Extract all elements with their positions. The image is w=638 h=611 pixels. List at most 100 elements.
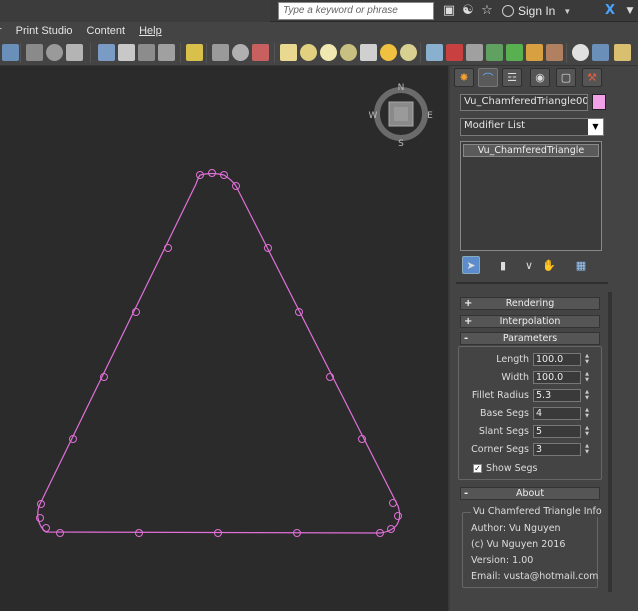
- sun-icon[interactable]: [380, 44, 397, 61]
- crowd-icon[interactable]: [526, 44, 543, 61]
- spline-vertex[interactable]: [135, 529, 143, 537]
- particles-icon[interactable]: [426, 44, 443, 61]
- spinner-icon[interactable]: ▲ ▼: [583, 425, 591, 438]
- favorites-star-icon[interactable]: ☆: [479, 3, 495, 19]
- spinner-icon[interactable]: ▲ ▼: [583, 407, 591, 420]
- motion-tab-icon[interactable]: ◉: [530, 68, 550, 87]
- param-width: Width 100.0 ▲ ▼: [459, 371, 603, 385]
- menu-item-print-studio[interactable]: Print Studio: [16, 25, 73, 37]
- configure-sets-icon[interactable]: ▦: [572, 256, 590, 274]
- schematic-icon[interactable]: [158, 44, 175, 61]
- search-input[interactable]: Type a keyword or phrase: [278, 2, 434, 20]
- brush-icon[interactable]: [546, 44, 563, 61]
- menu-item-render[interactable]: r: [0, 25, 2, 37]
- camera-icon[interactable]: [212, 44, 229, 61]
- helper-icon[interactable]: [252, 44, 269, 61]
- light-icon[interactable]: [186, 44, 203, 61]
- info-version: Version: 1.00: [471, 555, 534, 566]
- viewport-perspective[interactable]: N S E W: [0, 66, 450, 611]
- geosphere-icon[interactable]: [400, 44, 417, 61]
- spline-vertex[interactable]: [387, 525, 395, 533]
- cloth-icon[interactable]: [466, 44, 483, 61]
- checkmark-icon[interactable]: ✓: [473, 464, 482, 473]
- app-window: Type a keyword or phrase ▣ ☯ ☆ Sign In ▼…: [0, 0, 638, 611]
- expand-icon: +: [464, 316, 473, 327]
- cart-icon[interactable]: ▼: [622, 3, 638, 19]
- box-primitive-icon[interactable]: [280, 44, 297, 61]
- torus-icon[interactable]: [340, 44, 357, 61]
- exchange-x-icon[interactable]: X: [602, 3, 618, 19]
- utilities-tab-icon[interactable]: ⚒: [582, 68, 602, 87]
- base-segs-input[interactable]: 4: [533, 407, 581, 420]
- panel-scrollbar[interactable]: [608, 292, 612, 592]
- modifier-stack[interactable]: Vu_ChamferedTriangle: [460, 141, 602, 251]
- render-setup-icon[interactable]: [98, 44, 115, 61]
- display-tab-icon[interactable]: ▢: [556, 68, 576, 87]
- object-color-swatch[interactable]: [592, 94, 606, 110]
- command-panel: ✸ ⌒ ☲ ◉ ▢ ⚒ Vu_ChamferedTriangle001 Modi…: [452, 66, 638, 611]
- subscription-icon[interactable]: ☯: [460, 3, 476, 19]
- script-icon[interactable]: [614, 44, 631, 61]
- spline-vertex[interactable]: [164, 244, 172, 252]
- spinner-icon[interactable]: ▲ ▼: [583, 353, 591, 366]
- bind-icon[interactable]: [26, 44, 43, 61]
- menu-item-help[interactable]: Help: [139, 25, 162, 37]
- rollout-interpolation[interactable]: + Interpolation: [460, 315, 600, 328]
- spline-vertex[interactable]: [42, 524, 50, 532]
- fillet-radius-input[interactable]: 5.3: [533, 389, 581, 402]
- spline-vertex[interactable]: [56, 529, 64, 537]
- modifier-list-label: Modifier List: [464, 120, 526, 131]
- material-editor-icon[interactable]: [138, 44, 155, 61]
- remove-modifier-icon[interactable]: ✋: [540, 256, 558, 274]
- object-name-field[interactable]: Vu_ChamferedTriangle001: [460, 94, 588, 111]
- show-segs-checkbox[interactable]: ✓ Show Segs: [473, 463, 538, 474]
- make-unique-icon[interactable]: ∨: [520, 256, 538, 274]
- render-icon[interactable]: [572, 44, 589, 61]
- info-title: Vu Chamfered Triangle Info: [471, 506, 604, 517]
- modifier-list-dropdown[interactable]: Modifier List ▼: [460, 118, 604, 136]
- viewcube[interactable]: N S E W: [369, 83, 434, 149]
- modify-tab-icon[interactable]: ⌒: [478, 68, 498, 87]
- chevron-down-icon[interactable]: ▼: [588, 119, 603, 135]
- corner-segs-input[interactable]: 3: [533, 443, 581, 456]
- rollout-parameters-label: Parameters: [502, 333, 558, 344]
- sphere-icon[interactable]: [232, 44, 249, 61]
- spinner-icon[interactable]: ▲ ▼: [583, 371, 591, 384]
- spline-vertex[interactable]: [389, 499, 397, 507]
- binoculars-icon[interactable]: ▣: [441, 3, 457, 19]
- sign-in-button[interactable]: Sign In ▼: [502, 2, 571, 20]
- slant-segs-input[interactable]: 5: [533, 425, 581, 438]
- hemisphere-icon[interactable]: [300, 44, 317, 61]
- length-input[interactable]: 100.0: [533, 353, 581, 366]
- plant-icon[interactable]: [506, 44, 523, 61]
- show-end-result-icon[interactable]: ▮: [494, 256, 512, 274]
- stack-item-base-object[interactable]: Vu_ChamferedTriangle: [463, 144, 599, 157]
- cone-icon[interactable]: [360, 44, 377, 61]
- select-link-icon[interactable]: [2, 44, 19, 61]
- sphere-primitive-icon[interactable]: [320, 44, 337, 61]
- chamfered-triangle-spline[interactable]: [37, 172, 401, 534]
- viewcube-face-inner: [394, 107, 408, 121]
- create-tab-icon[interactable]: ✸: [454, 68, 474, 87]
- chevron-down-icon: ▼: [563, 6, 572, 16]
- unlink-icon[interactable]: [46, 44, 63, 61]
- menu-item-content[interactable]: Content: [87, 25, 126, 37]
- spline-vertex[interactable]: [394, 512, 402, 520]
- dynamics-icon[interactable]: [446, 44, 463, 61]
- spinner-icon[interactable]: ▲ ▼: [583, 389, 591, 402]
- spinner-icon[interactable]: ▲ ▼: [583, 443, 591, 456]
- info-author: Author: Vu Nguyen: [471, 523, 561, 534]
- rollout-parameters[interactable]: - Parameters: [460, 332, 600, 345]
- hair-icon[interactable]: [486, 44, 503, 61]
- grid-icon[interactable]: [592, 44, 609, 61]
- compass-north-label: N: [398, 83, 405, 93]
- hierarchy-tab-icon[interactable]: ☲: [502, 68, 522, 87]
- teapot-icon[interactable]: [66, 44, 83, 61]
- render-frame-icon[interactable]: [118, 44, 135, 61]
- rollout-rendering[interactable]: + Rendering: [460, 297, 600, 310]
- title-bar: Type a keyword or phrase ▣ ☯ ☆ Sign In ▼…: [0, 0, 638, 22]
- pin-stack-icon[interactable]: ➤: [462, 256, 480, 274]
- param-label: Slant Segs: [478, 426, 529, 437]
- rollout-about[interactable]: - About: [460, 487, 600, 500]
- width-input[interactable]: 100.0: [533, 371, 581, 384]
